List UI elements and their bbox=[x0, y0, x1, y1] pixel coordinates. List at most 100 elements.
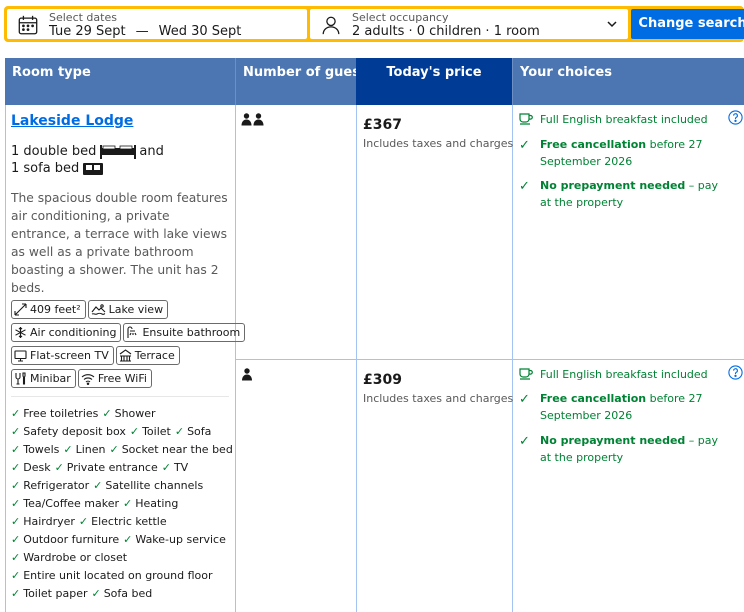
help-icon[interactable] bbox=[728, 110, 743, 125]
section-divider bbox=[11, 396, 229, 397]
shower-icon bbox=[127, 326, 137, 338]
row-divider bbox=[235, 359, 744, 360]
dates-label: Select dates bbox=[49, 11, 117, 24]
facility-label: 409 feet² bbox=[30, 303, 81, 316]
chevron-down-icon bbox=[607, 21, 617, 28]
breakfast-label: Full English breakfast included bbox=[540, 113, 708, 126]
coffee-cup-icon bbox=[519, 368, 533, 380]
search-bar: Select dates Tue 29 Sept — Wed 30 Sept Sel… bbox=[4, 6, 744, 42]
facility-air-conditioning: Air conditioning bbox=[11, 323, 122, 342]
amenity-item: ✓ Tea/Coffee maker bbox=[11, 497, 120, 510]
facility-label: Free WiFi bbox=[97, 372, 147, 385]
room-size-icon bbox=[14, 303, 27, 316]
prepayment-bold: No prepayment needed bbox=[540, 434, 686, 447]
facility-label: Terrace bbox=[134, 349, 175, 362]
cancellation-bold: Free cancellation bbox=[540, 392, 647, 405]
date-separator: — bbox=[135, 24, 149, 39]
amenity-item: ✓ Wardrobe or closet bbox=[11, 551, 128, 564]
bed-configuration: 1 double bed and 1 sofa bed bbox=[11, 143, 164, 177]
change-search-button[interactable]: Change search bbox=[631, 9, 744, 39]
wifi-icon bbox=[81, 374, 95, 385]
amenity-item: ✓ Heating bbox=[123, 497, 179, 510]
amenity-item: ✓ TV bbox=[161, 461, 189, 474]
amenity-item: ✓ Toilet bbox=[129, 425, 171, 438]
choice-breakfast: Full English breakfast included bbox=[519, 111, 729, 128]
amenity-item: ✓ Toilet paper bbox=[11, 587, 88, 600]
facility-minibar: Minibar bbox=[11, 369, 76, 388]
amenity-item: ✓ Linen bbox=[63, 443, 106, 456]
facility-wifi: Free WiFi bbox=[77, 369, 152, 388]
two-person-icon bbox=[241, 113, 264, 126]
checkmark-icon: ✓ bbox=[519, 392, 530, 407]
tv-icon bbox=[14, 350, 27, 362]
minibar-icon bbox=[15, 372, 26, 385]
facility-tv: Flat-screen TV bbox=[11, 346, 114, 365]
occupancy-picker[interactable]: Select occupancy 2 adults · 0 children ·… bbox=[310, 9, 628, 39]
amenity-item: ✓ Safety deposit box bbox=[11, 425, 126, 438]
double-bed-icon bbox=[100, 145, 137, 159]
choice-no-prepayment: ✓ No prepayment needed – pay at the prop… bbox=[519, 177, 729, 211]
facility-label: Air conditioning bbox=[30, 326, 117, 339]
price-note: Includes taxes and charges bbox=[363, 392, 514, 405]
bed-sofa-label: 1 sofa bed bbox=[11, 161, 80, 176]
room-description: The spacious double room features air co… bbox=[11, 191, 228, 295]
checkin-date: Tue 29 Sept bbox=[49, 24, 126, 39]
amenity-item: ✓ Outdoor furniture bbox=[11, 533, 120, 546]
facility-lake-view: Lake view bbox=[87, 300, 169, 319]
prepayment-bold: No prepayment needed bbox=[540, 179, 686, 192]
occupancy-label: Select occupancy bbox=[352, 11, 449, 24]
coffee-cup-icon bbox=[519, 113, 533, 125]
amenity-item: ✓ Sofa bed bbox=[91, 587, 153, 600]
lake-view-icon bbox=[91, 304, 106, 315]
amenity-item: ✓ Satellite channels bbox=[93, 479, 204, 492]
calendar-icon bbox=[18, 15, 38, 35]
cancellation-bold: Free cancellation bbox=[540, 138, 647, 151]
header-guests: Number of guests bbox=[235, 58, 374, 105]
price-amount: £309 bbox=[363, 372, 402, 388]
facility-size: 409 feet² bbox=[11, 300, 86, 319]
choice-free-cancellation: ✓ Free cancellation before 27 September … bbox=[519, 390, 729, 424]
amenity-item: ✓ Shower bbox=[102, 407, 156, 420]
person-icon bbox=[322, 16, 340, 35]
terrace-icon bbox=[119, 349, 132, 362]
room-facilities: 409 feet² Lake view Air conditioning Ens… bbox=[11, 300, 246, 392]
breakfast-label: Full English breakfast included bbox=[540, 368, 708, 381]
date-picker[interactable]: Select dates Tue 29 Sept — Wed 30 Sept bbox=[7, 9, 307, 39]
room-name-link[interactable]: Lakeside Lodge bbox=[11, 113, 133, 129]
facility-label: Ensuite bathroom bbox=[142, 326, 241, 339]
checkmark-icon: ✓ bbox=[519, 138, 530, 153]
bed-and-label: and bbox=[139, 144, 164, 159]
amenity-item: ✓ Entire unit located on ground floor bbox=[11, 569, 213, 582]
amenity-item: ✓ Hairdryer bbox=[11, 515, 75, 528]
header-choices: Your choices bbox=[512, 58, 744, 105]
amenity-item: ✓ Private entrance bbox=[54, 461, 158, 474]
occupancy-value: 2 adults · 0 children · 1 room bbox=[352, 24, 540, 39]
amenity-item: ✓ Socket near the bed bbox=[109, 443, 233, 456]
amenity-item: ✓ Sofa bbox=[174, 425, 212, 438]
choice-no-prepayment: ✓ No prepayment needed – pay at the prop… bbox=[519, 432, 729, 466]
amenity-item: ✓ Refrigerator bbox=[11, 479, 90, 492]
facility-ensuite-bathroom: Ensuite bathroom bbox=[123, 323, 246, 342]
dates-value: Tue 29 Sept — Wed 30 Sept bbox=[49, 24, 241, 39]
amenity-item: ✓ Towels bbox=[11, 443, 60, 456]
amenity-item: ✓ Wake-up service bbox=[123, 533, 226, 546]
snowflake-icon bbox=[15, 327, 26, 338]
amenity-item: ✓ Free toiletries bbox=[11, 407, 99, 420]
table-header: Room type Number of guests Today's price… bbox=[5, 58, 744, 105]
checkmark-icon: ✓ bbox=[519, 179, 530, 194]
facility-terrace: Terrace bbox=[115, 346, 180, 365]
help-icon[interactable] bbox=[728, 365, 743, 380]
amenity-item: ✓ Electric kettle bbox=[78, 515, 167, 528]
table-border-left bbox=[5, 105, 6, 612]
amenities-list: ✓ Free toiletries ✓ Shower ✓ Safety deposit … bbox=[11, 405, 233, 603]
facility-label: Flat-screen TV bbox=[30, 349, 109, 362]
header-price: Today's price bbox=[356, 58, 512, 105]
choice-breakfast: Full English breakfast included bbox=[519, 366, 729, 383]
facility-label: Minibar bbox=[30, 372, 71, 385]
price-amount: £367 bbox=[363, 117, 402, 133]
bed-double-label: 1 double bed bbox=[11, 144, 97, 159]
price-note: Includes taxes and charges bbox=[363, 137, 514, 150]
choice-free-cancellation: ✓ Free cancellation before 27 September … bbox=[519, 136, 729, 170]
checkmark-icon: ✓ bbox=[519, 434, 530, 449]
facility-label: Lake view bbox=[108, 303, 164, 316]
